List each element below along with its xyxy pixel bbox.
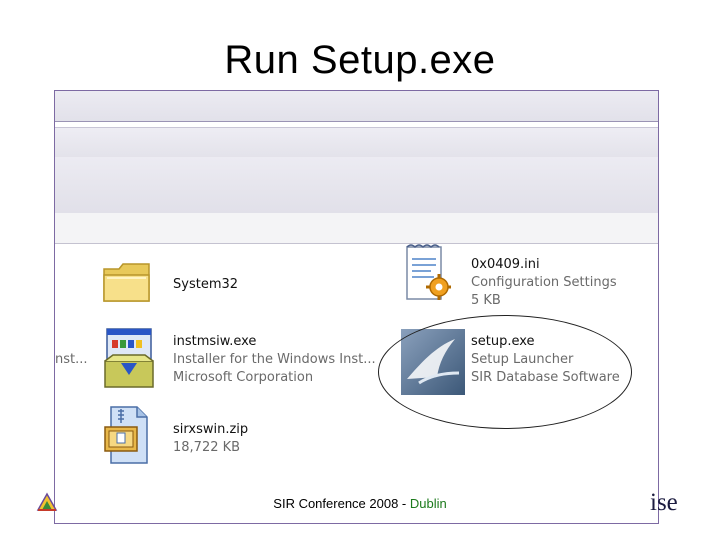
slide-title: Run Setup.exe [224, 38, 496, 82]
truncated-label: nst... [55, 352, 88, 367]
file-name: sirxswin.zip [173, 422, 249, 437]
zip-archive-icon [101, 405, 155, 472]
right-logo-text: ise [650, 489, 678, 516]
highlight-oval [378, 315, 632, 429]
file-type: Installer for the Windows Inst... [173, 352, 376, 367]
folder-icon [101, 259, 153, 312]
file-instmsiw-exe[interactable]: instmsiw.exe Installer for the Windows I… [173, 333, 376, 387]
file-company: Microsoft Corporation [173, 370, 314, 385]
file-system32[interactable]: System32 [173, 276, 238, 294]
file-0x0409-ini[interactable]: 0x0409.ini Configuration Settings 5 KB [471, 256, 617, 310]
footer-location: Dublin [409, 496, 447, 511]
file-name: 0x0409.ini [471, 257, 540, 272]
file-size: 5 KB [471, 293, 501, 308]
toolbar [55, 157, 658, 214]
ini-settings-icon [401, 243, 452, 312]
menu-bar [55, 127, 658, 159]
address-bar [55, 213, 658, 244]
file-sirxswin-zip[interactable]: sirxswin.zip 18,722 KB [173, 421, 248, 457]
file-name: instmsiw.exe [173, 334, 257, 349]
file-size: 18,722 KB [173, 440, 241, 455]
installer-icon [99, 327, 159, 396]
title-bar [55, 91, 658, 122]
slide-footer: SIR Conference 2008 - Dublin [0, 496, 720, 511]
footer-text: SIR Conference 2008 - [273, 496, 410, 511]
explorer-screenshot: System32 0x0409.ini Configuration Settin… [54, 90, 659, 524]
file-name: System32 [173, 277, 239, 292]
file-type: Configuration Settings [471, 275, 617, 290]
